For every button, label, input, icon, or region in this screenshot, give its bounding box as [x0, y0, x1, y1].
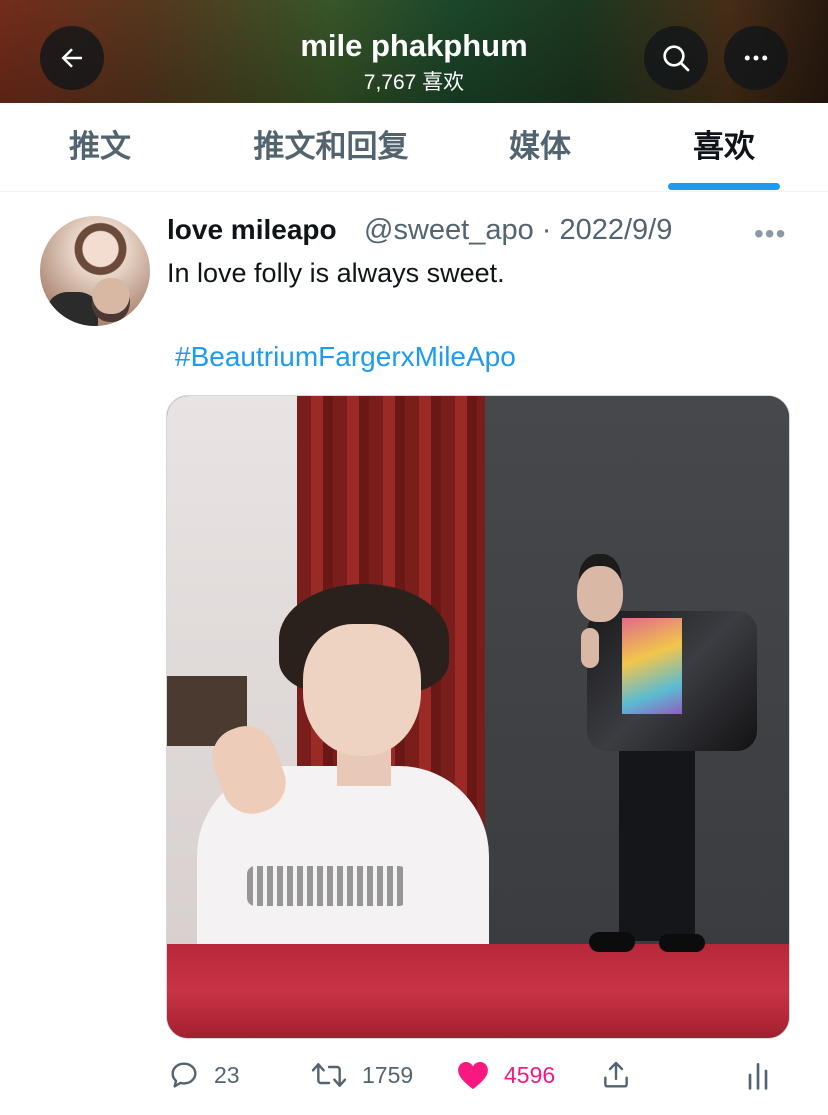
tweet-hashtag[interactable]: #BeautriumFargerxMileApo — [175, 341, 516, 373]
retweet-count: 1759 — [362, 1061, 414, 1088]
analytics-icon — [748, 1063, 768, 1090]
photo-person2-shoe — [589, 932, 635, 952]
photo-stage-floor — [167, 944, 789, 1038]
tab-tweets-replies[interactable]: 推文和回复 — [236, 103, 426, 191]
share-icon — [604, 1061, 628, 1088]
search-icon — [663, 45, 690, 72]
search-button[interactable] — [644, 26, 708, 90]
profile-tabs: 推文 推文和回复 媒体 喜欢 — [0, 103, 828, 192]
active-tab-indicator — [668, 183, 780, 190]
more-button[interactable] — [724, 26, 788, 90]
like-count: 4596 — [504, 1061, 556, 1088]
like-button[interactable]: 4596 — [456, 1058, 555, 1092]
reply-button[interactable]: 23 — [168, 1058, 240, 1092]
photo-shirt-print — [247, 866, 407, 906]
avatar[interactable] — [40, 216, 150, 326]
share-button[interactable] — [600, 1058, 632, 1092]
tweet-author-name[interactable]: love mileapo — [167, 214, 337, 246]
tab-tweets[interactable]: 推文 — [40, 103, 160, 191]
retweet-icon — [311, 1063, 347, 1087]
tweet-handle-date[interactable]: @sweet_apo · 2022/9/9 — [364, 214, 672, 247]
tab-likes[interactable]: 喜欢 — [664, 103, 784, 191]
reply-count: 23 — [214, 1061, 240, 1088]
avatar-figure — [48, 292, 98, 326]
photo-person2-legs — [619, 721, 695, 941]
tweet-media-photo[interactable] — [166, 395, 790, 1039]
photo-screen — [167, 396, 489, 956]
tweet-text: In love folly is always sweet. — [167, 258, 505, 288]
photo-person-face — [303, 624, 421, 756]
tweet-more-icon[interactable]: ••• — [754, 218, 786, 250]
tab-media[interactable]: 媒体 — [480, 103, 600, 191]
more-icon — [744, 55, 768, 61]
heart-filled-icon — [458, 1061, 488, 1090]
profile-header: mile phakphum 7,767 喜欢 — [0, 0, 828, 103]
photo-person2-hand — [581, 628, 599, 668]
photo-person2-head — [577, 566, 623, 622]
analytics-button[interactable] — [744, 1058, 772, 1092]
retweet-button[interactable]: 1759 — [310, 1058, 413, 1092]
photo-person2-shoe — [659, 934, 705, 952]
photo-person2-shirt — [622, 618, 682, 714]
reply-icon — [171, 1062, 197, 1088]
avatar-face — [92, 278, 130, 322]
